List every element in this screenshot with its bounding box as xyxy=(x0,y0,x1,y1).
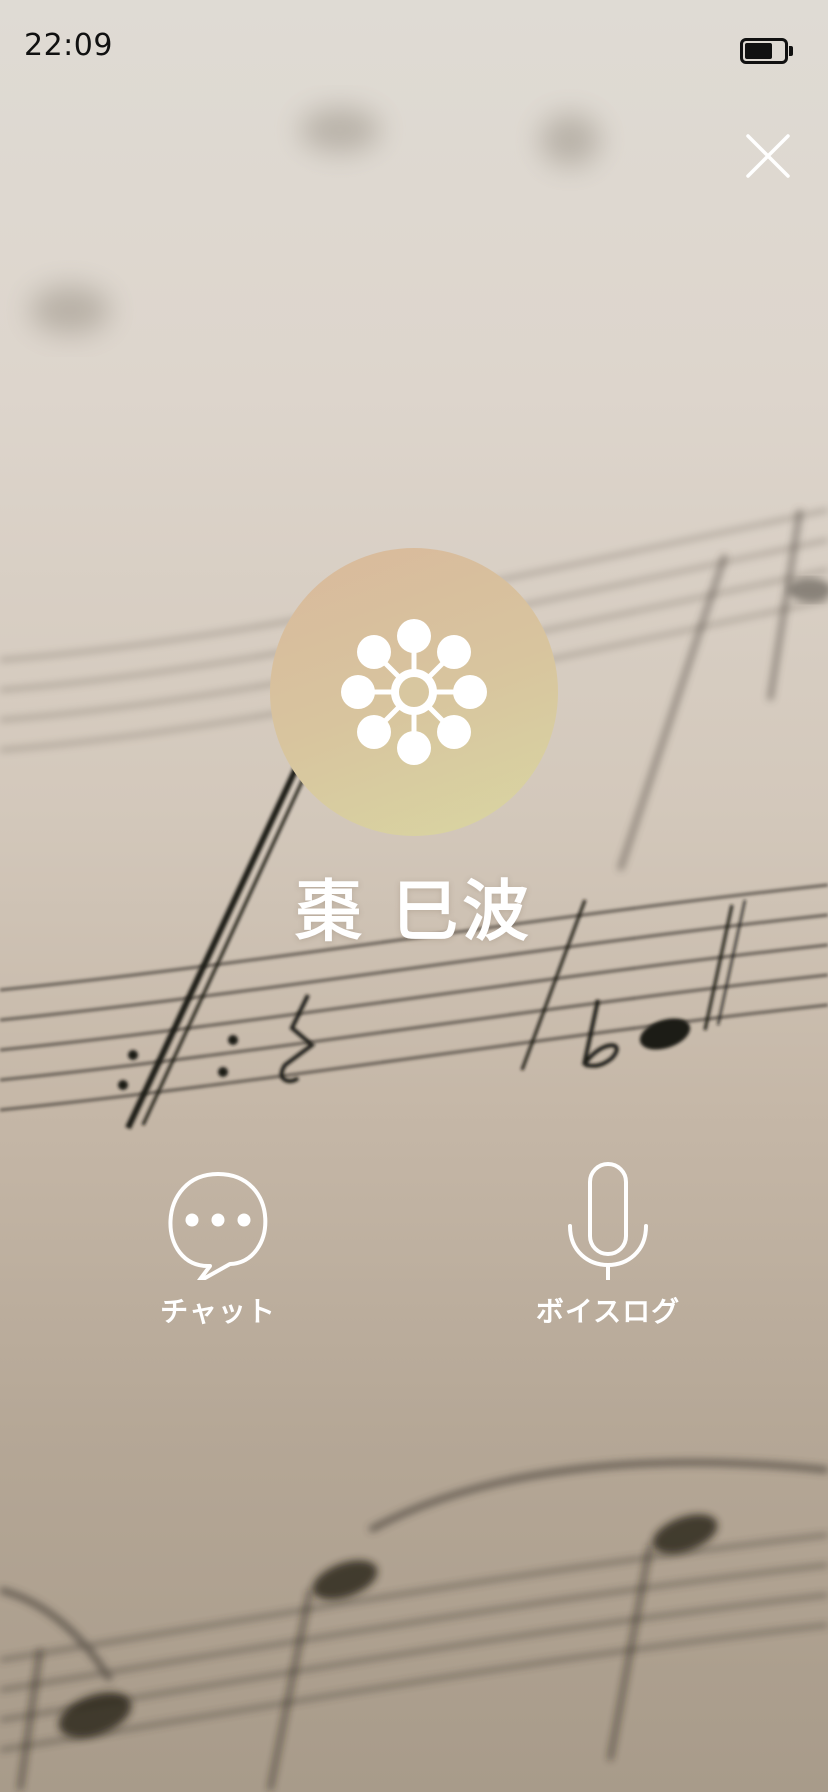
flower-dots-icon xyxy=(341,619,487,765)
microphone-icon xyxy=(568,1162,648,1280)
contact-name: 棗 巳波 xyxy=(295,873,533,950)
battery-icon xyxy=(740,38,793,66)
voice-log-button[interactable]: ボイスログ xyxy=(508,1160,708,1330)
close-button[interactable] xyxy=(740,128,796,184)
avatar xyxy=(270,548,558,836)
call-screen: 22:09 棗 巳波 チャット ボイスログ xyxy=(0,0,828,1792)
status-time: 22:09 xyxy=(24,28,113,63)
speech-bubble-icon xyxy=(168,1172,268,1280)
close-icon xyxy=(746,134,790,178)
chat-label: チャット xyxy=(160,1295,276,1328)
voice-log-label: ボイスログ xyxy=(535,1295,681,1328)
chat-button[interactable]: チャット xyxy=(118,1160,318,1330)
